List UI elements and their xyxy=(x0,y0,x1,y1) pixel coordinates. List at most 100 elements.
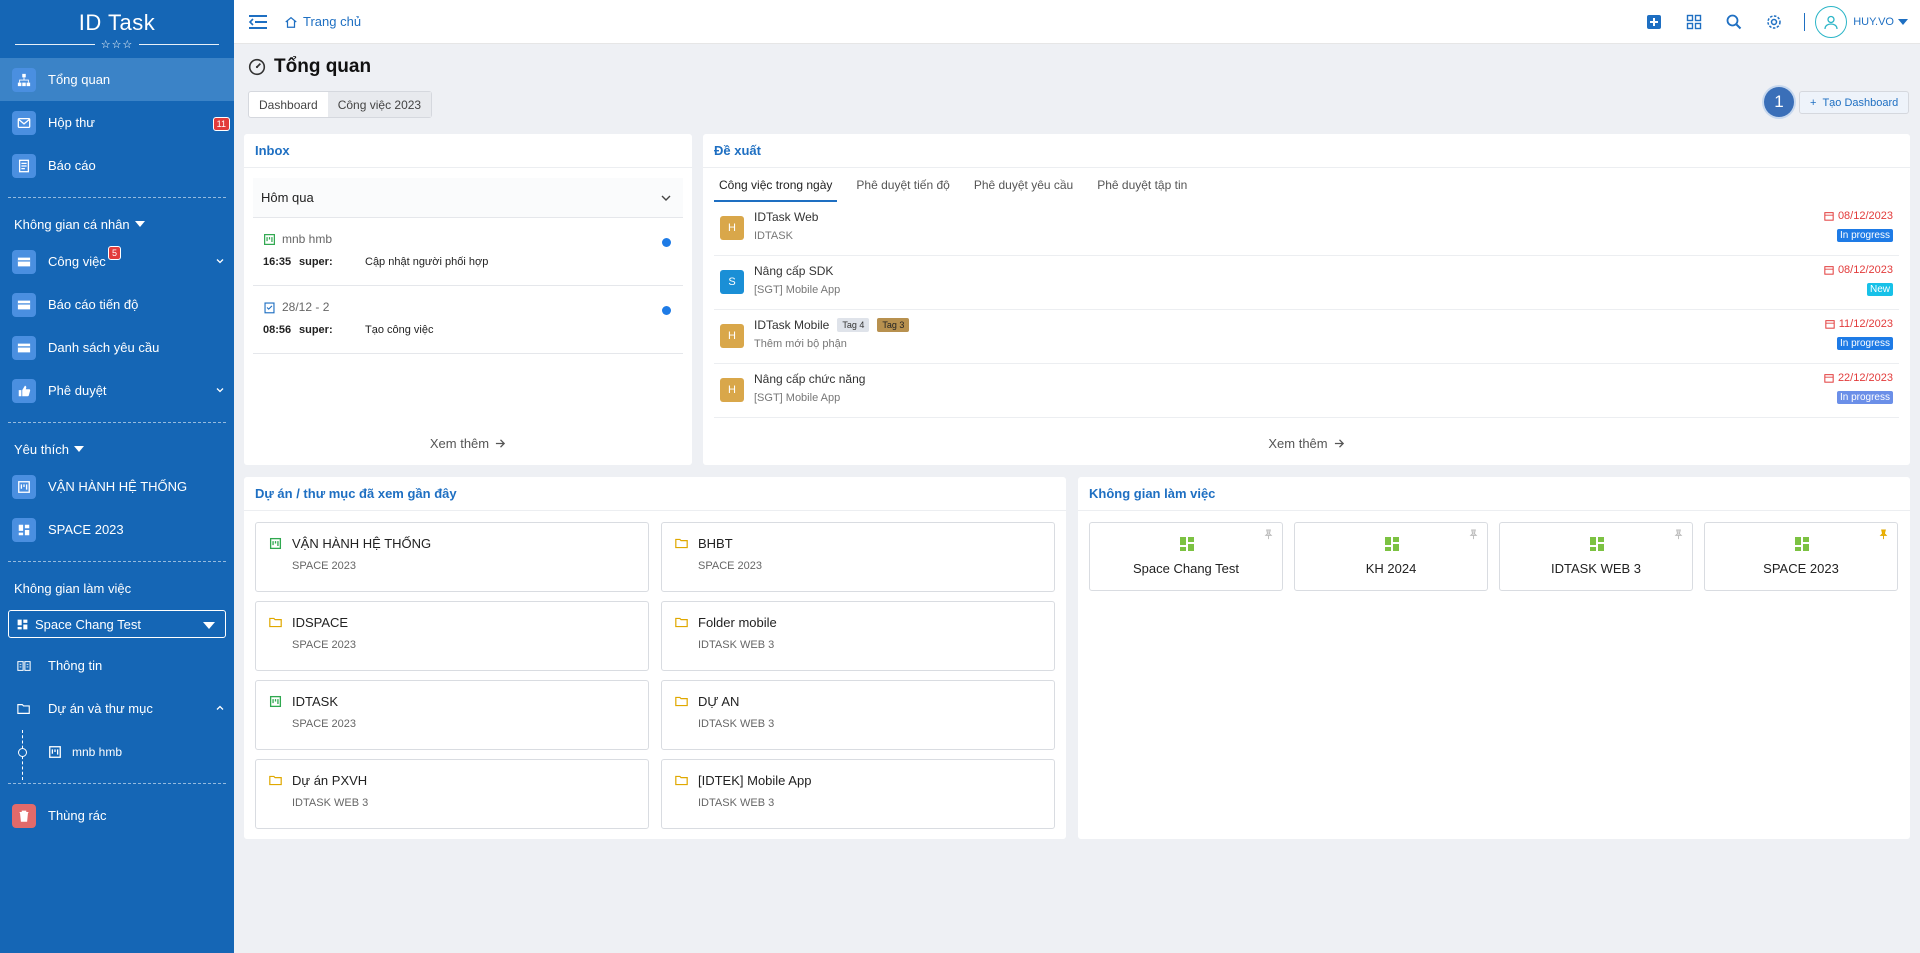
section-title: Yêu thích xyxy=(14,441,69,457)
sidebar-item-info[interactable]: Thông tin xyxy=(0,644,234,687)
arrow-right-icon xyxy=(496,439,506,448)
sidebar-item-label: Phê duyệt xyxy=(48,383,107,398)
tab-file-approval[interactable]: Phê duyệt tập tin xyxy=(1092,178,1192,202)
tab-today-tasks[interactable]: Công việc trong ngày xyxy=(714,178,838,202)
sidebar-item-projects-folders[interactable]: Dự án và thư mục xyxy=(0,687,234,730)
username[interactable]: HUY.VO xyxy=(1853,16,1894,28)
calendar-icon xyxy=(1824,212,1834,221)
workspace-card[interactable]: Space Chang Test xyxy=(1089,522,1283,591)
project-space: IDTASK WEB 3 xyxy=(698,797,775,809)
step-indicator: 1 xyxy=(1764,87,1794,117)
sidebar-item-trash[interactable]: Thùng rác xyxy=(0,794,234,837)
suggestion-item[interactable]: H IDTask Web IDTASK 08/12/2023 In progre… xyxy=(714,202,1899,256)
workspace-card[interactable]: KH 2024 xyxy=(1294,522,1488,591)
settings-button[interactable] xyxy=(1754,0,1794,44)
board-icon xyxy=(49,745,61,758)
sidebar-item-label: Dự án và thư mục xyxy=(48,701,153,716)
divider xyxy=(139,44,220,45)
project-space: SPACE 2023 xyxy=(698,560,763,572)
caret-down-icon[interactable] xyxy=(1898,19,1908,25)
workspace-card[interactable]: SPACE 2023 xyxy=(1704,522,1898,591)
sidebar-item-approvals[interactable]: Phê duyệt xyxy=(0,369,234,412)
project-space: IDTASK WEB 3 xyxy=(292,797,369,809)
recent-project-card[interactable]: [IDTEK] Mobile App IDTASK WEB 3 xyxy=(661,759,1055,829)
apps-button[interactable] xyxy=(1674,0,1714,44)
sidebar-item-inbox[interactable]: Hộp thư 11 xyxy=(0,101,234,144)
dashboard-tabs: Dashboard Công việc 2023 xyxy=(248,91,433,118)
workspace-icon xyxy=(17,619,28,629)
inbox-item[interactable]: 28/12 - 2 08:56 super: Tạo công việc xyxy=(253,286,683,354)
sidebar-item-reports[interactable]: Báo cáo xyxy=(0,144,234,187)
workspace-card[interactable]: IDTASK WEB 3 xyxy=(1499,522,1693,591)
user-avatar[interactable] xyxy=(1815,6,1848,38)
inbox-item-source: mnb hmb xyxy=(282,232,333,246)
app-name: ID Task xyxy=(78,10,156,35)
recent-project-card[interactable]: IDSPACE SPACE 2023 xyxy=(255,601,649,671)
recent-projects-title: Dự án / thư mục đã xem gần đây xyxy=(244,477,1066,511)
sidebar-item-favorite-space-2023[interactable]: SPACE 2023 xyxy=(0,508,234,551)
sidebar-item-favorite-van-hanh[interactable]: VẬN HÀNH HỆ THỐNG xyxy=(0,465,234,508)
see-more-label: Xem thêm xyxy=(429,436,490,451)
suggestion-tabs: Công việc trong ngày Phê duyệt tiến độ P… xyxy=(714,178,1899,202)
pin-icon[interactable] xyxy=(1673,529,1684,540)
personal-space-toggle[interactable]: Không gian cá nhân xyxy=(0,208,234,240)
recent-project-card[interactable]: Folder mobile IDTASK WEB 3 xyxy=(661,601,1055,671)
project-space: SPACE 2023 xyxy=(292,639,357,651)
sidebar-item-label: Báo cáo xyxy=(48,158,96,173)
sidebar: ID Task ☆☆☆ Tổng quan Hộp thư 11 Báo cáo… xyxy=(0,0,234,953)
search-button[interactable] xyxy=(1714,0,1754,44)
see-more-label: Xem thêm xyxy=(1268,436,1328,451)
add-button[interactable] xyxy=(1634,0,1674,44)
project-name: Dự án PXVH xyxy=(292,773,368,788)
suggestion-item[interactable]: H IDTask Mobile Tag 4 Tag 3 Thêm mới bộ … xyxy=(714,310,1899,364)
inbox-item-time: 08:56 xyxy=(263,324,292,336)
search-icon xyxy=(1726,14,1742,30)
inbox-group-yesterday[interactable]: Hôm qua xyxy=(253,178,683,218)
sidebar-divider xyxy=(8,197,226,198)
suggestion-name: IDTask Mobile xyxy=(754,318,830,332)
workspace-icon xyxy=(1795,537,1809,551)
suggestion-item[interactable]: H Nâng cấp chức năng [SGT] Mobile App 22… xyxy=(714,364,1899,418)
gear-icon xyxy=(1767,15,1781,29)
project-avatar: H xyxy=(720,378,744,402)
suggestion-item[interactable]: S Nâng cấp SDK [SGT] Mobile App 08/12/20… xyxy=(714,256,1899,310)
caret-down-icon xyxy=(134,221,145,227)
breadcrumb-home[interactable]: Trang chủ xyxy=(284,14,361,29)
workspace-select[interactable]: Space Chang Test xyxy=(8,610,226,638)
recent-project-card[interactable]: Dự án PXVH IDTASK WEB 3 xyxy=(255,759,649,829)
workspace-icon xyxy=(1180,537,1194,551)
suggestion-project: Thêm mới bộ phận xyxy=(754,338,847,350)
project-name: BHBT xyxy=(698,536,733,551)
recent-project-card[interactable]: IDTASK SPACE 2023 xyxy=(255,680,649,750)
tab-dashboard[interactable]: Dashboard xyxy=(249,92,328,117)
arrow-right-icon xyxy=(1334,439,1344,448)
sidebar-item-requests[interactable]: Danh sách yêu cầu xyxy=(0,326,234,369)
sidebar-item-label: SPACE 2023 xyxy=(48,522,124,537)
tab-request-approval[interactable]: Phê duyệt yêu cầu xyxy=(969,178,1078,202)
status-badge: In progress xyxy=(1836,337,1893,350)
project-avatar: H xyxy=(720,216,744,240)
tab-progress-approval[interactable]: Phê duyệt tiến độ xyxy=(851,178,954,202)
tree-item-mnb-hmb[interactable]: mnb hmb xyxy=(0,730,234,780)
pin-icon[interactable] xyxy=(1468,529,1479,540)
unread-dot xyxy=(662,306,671,315)
create-dashboard-button[interactable]: + Tạo Dashboard xyxy=(1799,91,1910,114)
recent-project-card[interactable]: DỰ AN IDTASK WEB 3 xyxy=(661,680,1055,750)
project-name: IDSPACE xyxy=(292,615,349,630)
sidebar-item-progress-reports[interactable]: Báo cáo tiến độ xyxy=(0,283,234,326)
recent-project-card[interactable]: BHBT SPACE 2023 xyxy=(661,522,1055,592)
suggestions-card: Đề xuất Công việc trong ngày Phê duyệt t… xyxy=(703,134,1910,465)
pinned-icon[interactable] xyxy=(1878,529,1889,540)
menu-collapse-icon[interactable] xyxy=(248,14,268,30)
favorites-toggle[interactable]: Yêu thích xyxy=(0,433,234,465)
sidebar-item-tasks[interactable]: Công việc 5 xyxy=(0,240,234,283)
suggestions-see-more-link[interactable]: Xem thêm xyxy=(703,436,1910,451)
inbox-see-more-link[interactable]: Xem thêm xyxy=(244,436,692,451)
brand: ID Task ☆☆☆ xyxy=(0,0,234,58)
pin-icon[interactable] xyxy=(1263,529,1274,540)
tab-tasks-2023[interactable]: Công việc 2023 xyxy=(327,92,432,117)
inbox-item[interactable]: mnb hmb 16:35 super: Cập nhật người phối… xyxy=(253,218,683,286)
recent-project-card[interactable]: VẬN HÀNH HỆ THỐNG SPACE 2023 xyxy=(255,522,649,592)
sidebar-item-overview[interactable]: Tổng quan xyxy=(0,58,234,101)
project-space: IDTASK WEB 3 xyxy=(698,718,775,730)
